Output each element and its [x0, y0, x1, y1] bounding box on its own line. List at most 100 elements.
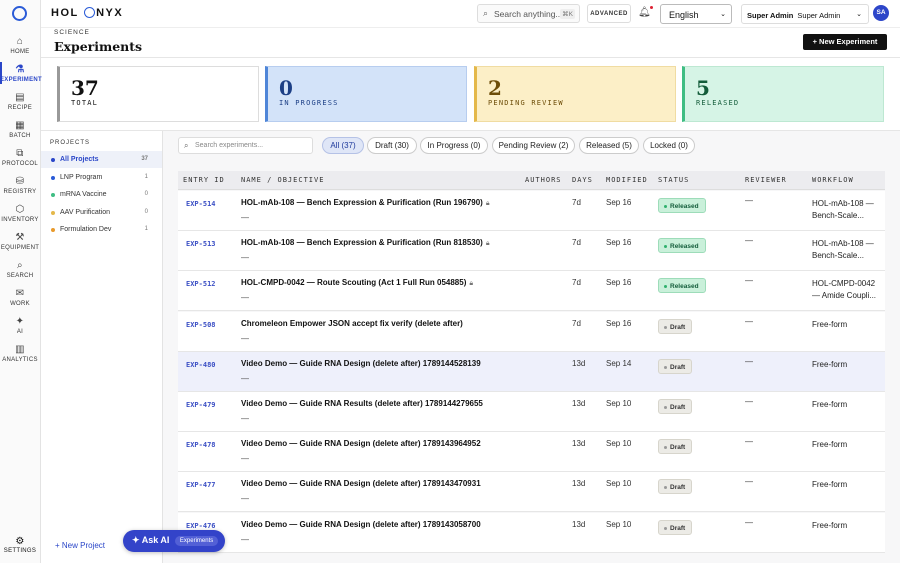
left-nav-rail: ⌂ HOME ⚗ EXPERIMENT ▤ RECIPE ▦ BATCH ⧉ PROTOCOL ⛁ R…: [0, 0, 42, 563]
chevron-down-icon: ⌄: [856, 11, 862, 18]
status-badge: Draft: [658, 399, 693, 414]
inbox-icon: ✉: [15, 288, 25, 299]
entry-id-link[interactable]: EXP-514: [186, 200, 216, 208]
ask-ai-button[interactable]: ✦ Ask AI Experiments: [123, 530, 225, 552]
project-item[interactable]: AAV Purification 0: [41, 204, 162, 221]
reviewer-value: —: [745, 397, 753, 406]
rail-item-inventory[interactable]: ⬡ INVENTORY: [0, 204, 40, 223]
status-text: Draft: [670, 363, 686, 371]
table-row[interactable]: EXP-512 HOL-CMPD-0042 — Route Scouting (A…: [178, 271, 885, 312]
rail-item-equipment[interactable]: ⚒ EQUIPMENT: [0, 232, 40, 251]
avatar[interactable]: SA: [873, 5, 889, 21]
stat-card-released[interactable]: 5 RELEASED: [682, 66, 884, 122]
filter-locked[interactable]: Locked (0): [643, 137, 695, 154]
experiment-name[interactable]: Video Demo — Guide RNA Design (delete af…: [241, 439, 481, 448]
rail-item-registry[interactable]: ⛁ REGISTRY: [0, 176, 40, 195]
stat-card-in-progress[interactable]: 0 IN PROGRESS: [265, 66, 467, 122]
status-dot: [664, 285, 667, 289]
status-text: Released: [670, 283, 699, 291]
entry-id-link[interactable]: EXP-512: [186, 280, 216, 288]
page-title: Experiments: [54, 39, 143, 54]
column-header-status[interactable]: STATUS: [658, 176, 689, 184]
app-logo-icon[interactable]: [12, 6, 27, 21]
protocol-icon: ⧉: [16, 148, 24, 159]
reviewer-value: —: [745, 517, 753, 527]
global-search-input[interactable]: ⌕ Search anything... ⌘K: [477, 4, 580, 23]
table-row[interactable]: EXP-513 HOL-mAb-108 — Bench Expression & …: [178, 231, 885, 272]
experiment-name[interactable]: Video Demo — Guide RNA Results (delete a…: [241, 399, 483, 408]
stat-card-total[interactable]: 37 TOTAL: [57, 66, 259, 122]
entry-id-link[interactable]: EXP-477: [186, 481, 216, 489]
experiment-name[interactable]: Chromeleon Empower JSON accept fix verif…: [241, 319, 463, 328]
notifications-bell-icon[interactable]: 🔔︎: [638, 6, 653, 18]
home-icon: ⌂: [16, 36, 24, 47]
column-header-name[interactable]: NAME / OBJECTIVE: [241, 176, 324, 184]
column-header-authors[interactable]: AUTHORS: [525, 176, 562, 184]
status-dot: [664, 205, 667, 208]
rail-item-recipe[interactable]: ▤ RECIPE: [0, 92, 40, 111]
rail-item-search[interactable]: ⌕ SEARCH: [0, 260, 40, 279]
entry-id-link[interactable]: EXP-508: [186, 321, 216, 329]
rail-item-home[interactable]: ⌂ HOME: [0, 36, 40, 55]
rail-item-protocol[interactable]: ⧉ PROTOCOL: [0, 148, 40, 167]
rail-item-settings[interactable]: ⚙ SETTINGS: [0, 536, 40, 554]
table-row[interactable]: EXP-514 HOL-mAb-108 — Bench Expression & …: [178, 191, 885, 231]
table-row[interactable]: EXP-477 Video Demo — Guide RNA Design (de…: [178, 472, 885, 513]
table-row[interactable]: EXP-476 Video Demo — Guide RNA Design (de…: [178, 512, 885, 553]
language-value: English: [669, 10, 699, 20]
table-row[interactable]: EXP-480 Video Demo — Guide RNA Design (de…: [178, 351, 885, 392]
filter-in-progress[interactable]: In Progress (0): [420, 137, 488, 154]
project-item[interactable]: mRNA Vaccine 0: [41, 186, 162, 203]
filter-all[interactable]: All (37): [322, 137, 364, 154]
rail-item-batch[interactable]: ▦ BATCH: [0, 120, 40, 139]
experiment-name[interactable]: HOL-mAb-108 — Bench Expression & Purific…: [241, 238, 490, 248]
experiment-name[interactable]: Video Demo — Guide RNA Design (delete af…: [241, 359, 481, 368]
experiment-search-input[interactable]: ⌕ Search experiments...: [178, 137, 313, 154]
experiment-objective: —: [241, 454, 249, 464]
project-count: 0: [144, 208, 148, 215]
advanced-search-button[interactable]: ADVANCED: [587, 4, 631, 23]
experiment-name[interactable]: Video Demo — Guide RNA Design (delete af…: [241, 479, 481, 488]
flask-icon: ⚗: [15, 64, 25, 75]
experiment-name[interactable]: HOL-mAb-108 — Bench Expression & Purific…: [241, 198, 490, 208]
project-item[interactable]: All Projects 37: [41, 151, 162, 168]
entry-id-link[interactable]: EXP-478: [186, 441, 216, 449]
chevron-down-icon: ⌄: [720, 11, 726, 18]
project-item[interactable]: LNP Program 1: [41, 169, 162, 186]
experiment-name[interactable]: Video Demo — Guide RNA Design (delete af…: [241, 520, 481, 529]
filter-pending-review[interactable]: Pending Review (2): [492, 137, 575, 154]
table-row[interactable]: EXP-508 Chromeleon Empower JSON accept fi…: [178, 311, 885, 352]
stat-card-pending-review[interactable]: 2 PENDING REVIEW: [474, 66, 676, 122]
column-header-modified[interactable]: MODIFIED: [606, 176, 648, 184]
new-project-button[interactable]: + New Project: [55, 541, 105, 550]
table-row[interactable]: EXP-479 Video Demo — Guide RNA Results (d…: [178, 392, 885, 432]
new-experiment-button[interactable]: + New Experiment: [803, 34, 887, 50]
notification-dot: [649, 6, 653, 9]
rail-item-label: INVENTORY: [1, 217, 39, 223]
ask-ai-context-tag: Experiments: [174, 536, 219, 546]
column-header-entry-id[interactable]: ENTRY ID: [183, 176, 225, 184]
entry-id-link[interactable]: EXP-480: [186, 361, 216, 369]
column-header-workflow[interactable]: WORKFLOW: [812, 176, 854, 184]
language-select[interactable]: English ⌄: [660, 4, 732, 24]
breadcrumb[interactable]: SCIENCE: [54, 29, 90, 36]
entry-id-link[interactable]: EXP-513: [186, 240, 216, 248]
column-header-days[interactable]: DAYS: [572, 176, 593, 184]
rail-item-ai[interactable]: ✦ AI: [0, 316, 40, 335]
experiment-name[interactable]: HOL-CMPD-0042 — Route Scouting (Act 1 Fu…: [241, 278, 473, 288]
rail-item-analytics[interactable]: ▥ ANALYTICS: [0, 344, 40, 363]
filter-released[interactable]: Released (5): [579, 137, 639, 154]
rail-item-experiment[interactable]: ⚗ EXPERIMENT: [0, 64, 42, 83]
column-header-reviewer[interactable]: REVIEWER: [745, 176, 787, 184]
box-icon: ⬡: [15, 204, 25, 215]
entry-id-link[interactable]: EXP-476: [186, 522, 216, 530]
stat-label: IN PROGRESS: [279, 99, 339, 107]
rail-item-work[interactable]: ✉ WORK: [0, 288, 40, 307]
filter-draft[interactable]: Draft (30): [367, 137, 417, 154]
table-row[interactable]: EXP-478 Video Demo — Guide RNA Design (de…: [178, 432, 885, 473]
brand-logo[interactable]: HOL NYX: [51, 7, 123, 19]
project-item[interactable]: Formulation Dev 1: [41, 221, 162, 238]
entry-id-link[interactable]: EXP-479: [186, 401, 216, 409]
status-dot: [664, 486, 667, 490]
user-role-select[interactable]: Super Admin Super Admin ⌄: [741, 4, 869, 24]
